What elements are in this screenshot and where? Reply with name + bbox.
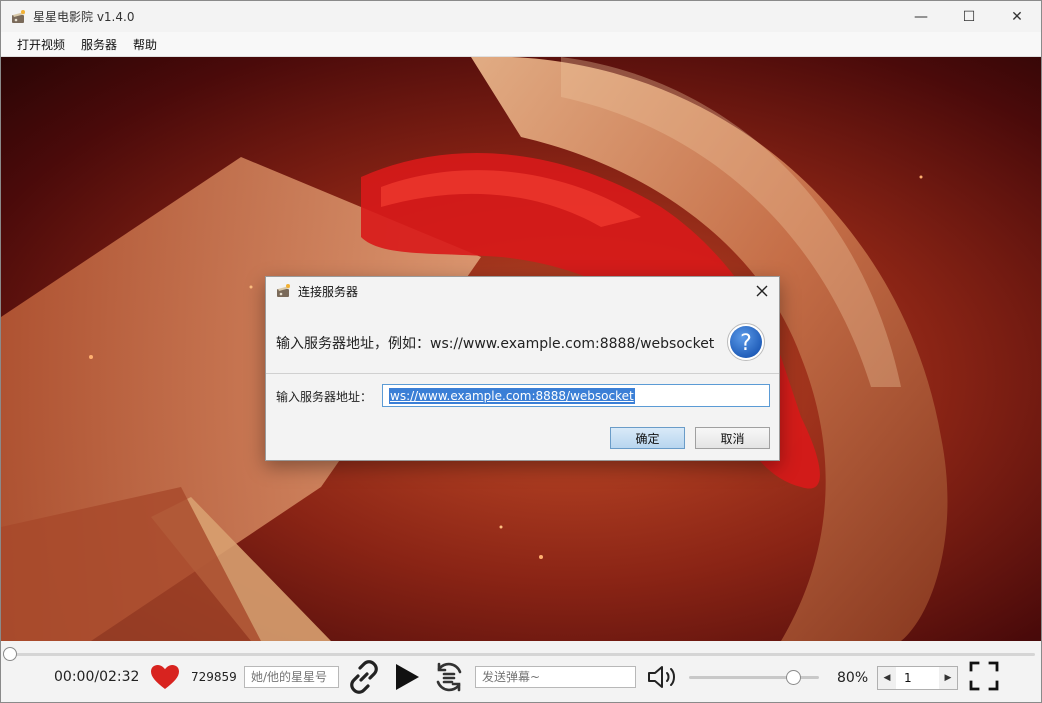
fullscreen-icon[interactable] bbox=[968, 660, 1000, 692]
dialog-title: 连接服务器 bbox=[298, 284, 359, 299]
link-icon[interactable] bbox=[347, 660, 381, 694]
spinner-increment-button[interactable]: ▶ bbox=[939, 667, 957, 689]
page-spinner: ◀ 1 ▶ bbox=[877, 666, 958, 690]
minimize-button[interactable]: — bbox=[897, 1, 945, 32]
dialog-message: 输入服务器地址，例如：ws://www.example.com:8888/web… bbox=[276, 336, 715, 352]
danmu-toggle-icon[interactable] bbox=[432, 660, 466, 694]
menu-server[interactable]: 服务器 bbox=[73, 36, 125, 53]
play-icon[interactable] bbox=[393, 662, 421, 692]
question-icon: ? bbox=[727, 323, 765, 361]
app-logo-icon bbox=[277, 284, 290, 297]
seek-bar[interactable] bbox=[9, 653, 1035, 656]
server-address-label: 输入服务器地址： bbox=[276, 390, 373, 404]
maximize-button[interactable]: ☐ bbox=[945, 1, 993, 32]
cancel-button[interactable]: 取消 bbox=[695, 427, 770, 449]
volume-icon[interactable] bbox=[646, 663, 678, 691]
heart-icon[interactable] bbox=[150, 664, 180, 690]
app-logo-icon bbox=[12, 9, 25, 23]
menu-bar: 打开视频 服务器 帮助 bbox=[1, 32, 1041, 57]
dialog-separator bbox=[266, 373, 779, 374]
volume-value: 80% bbox=[837, 670, 869, 686]
server-address-input[interactable]: ws://www.example.com:8888/websocket bbox=[382, 384, 770, 407]
ok-button[interactable]: 确定 bbox=[610, 427, 685, 449]
danmu-input[interactable] bbox=[475, 666, 636, 688]
title-bar: 星星电影院 v1.4.0 — ☐ ✕ bbox=[1, 1, 1041, 32]
control-bar: 00:00/02:32 729859 她/他的星星号 发送弹幕~ 80% ◀ 1… bbox=[1, 642, 1041, 702]
volume-thumb[interactable] bbox=[785, 670, 801, 685]
menu-open-video[interactable]: 打开视频 bbox=[9, 36, 73, 53]
time-display: 00:00/02:32 bbox=[54, 669, 140, 685]
question-glyph: ? bbox=[740, 331, 752, 356]
spinner-decrement-button[interactable]: ◀ bbox=[878, 667, 896, 689]
server-address-value[interactable]: ws://www.example.com:8888/websocket bbox=[389, 387, 635, 404]
seek-thumb[interactable] bbox=[3, 647, 17, 661]
spinner-value[interactable]: 1 bbox=[896, 667, 939, 689]
dialog-close-icon[interactable] bbox=[753, 282, 771, 300]
connect-server-dialog: 连接服务器 输入服务器地址，例如：ws://www.example.com:88… bbox=[265, 276, 780, 461]
star-number-input[interactable] bbox=[244, 666, 339, 688]
menu-help[interactable]: 帮助 bbox=[125, 36, 165, 53]
likes-count: 729859 bbox=[191, 670, 237, 684]
window-title: 星星电影院 v1.4.0 bbox=[33, 10, 135, 24]
close-button[interactable]: ✕ bbox=[993, 1, 1041, 32]
dialog-title-bar: 连接服务器 bbox=[266, 277, 779, 305]
app-window: 星星电影院 v1.4.0 — ☐ ✕ 打开视频 服务器 帮助 00:00/02:… bbox=[0, 0, 1042, 703]
